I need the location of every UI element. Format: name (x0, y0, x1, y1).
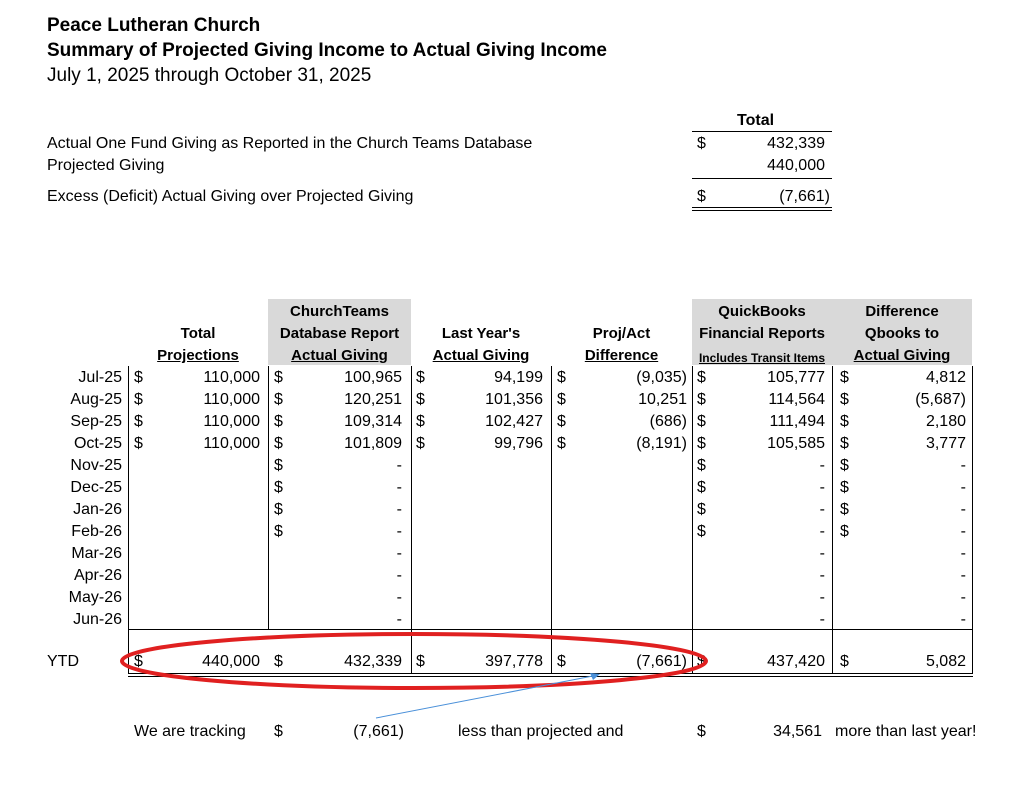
blue-arrowhead (590, 673, 600, 680)
blue-arrow-line (375, 674, 599, 719)
red-ellipse-highlight (120, 632, 708, 690)
annotation-overlay (120, 632, 708, 719)
